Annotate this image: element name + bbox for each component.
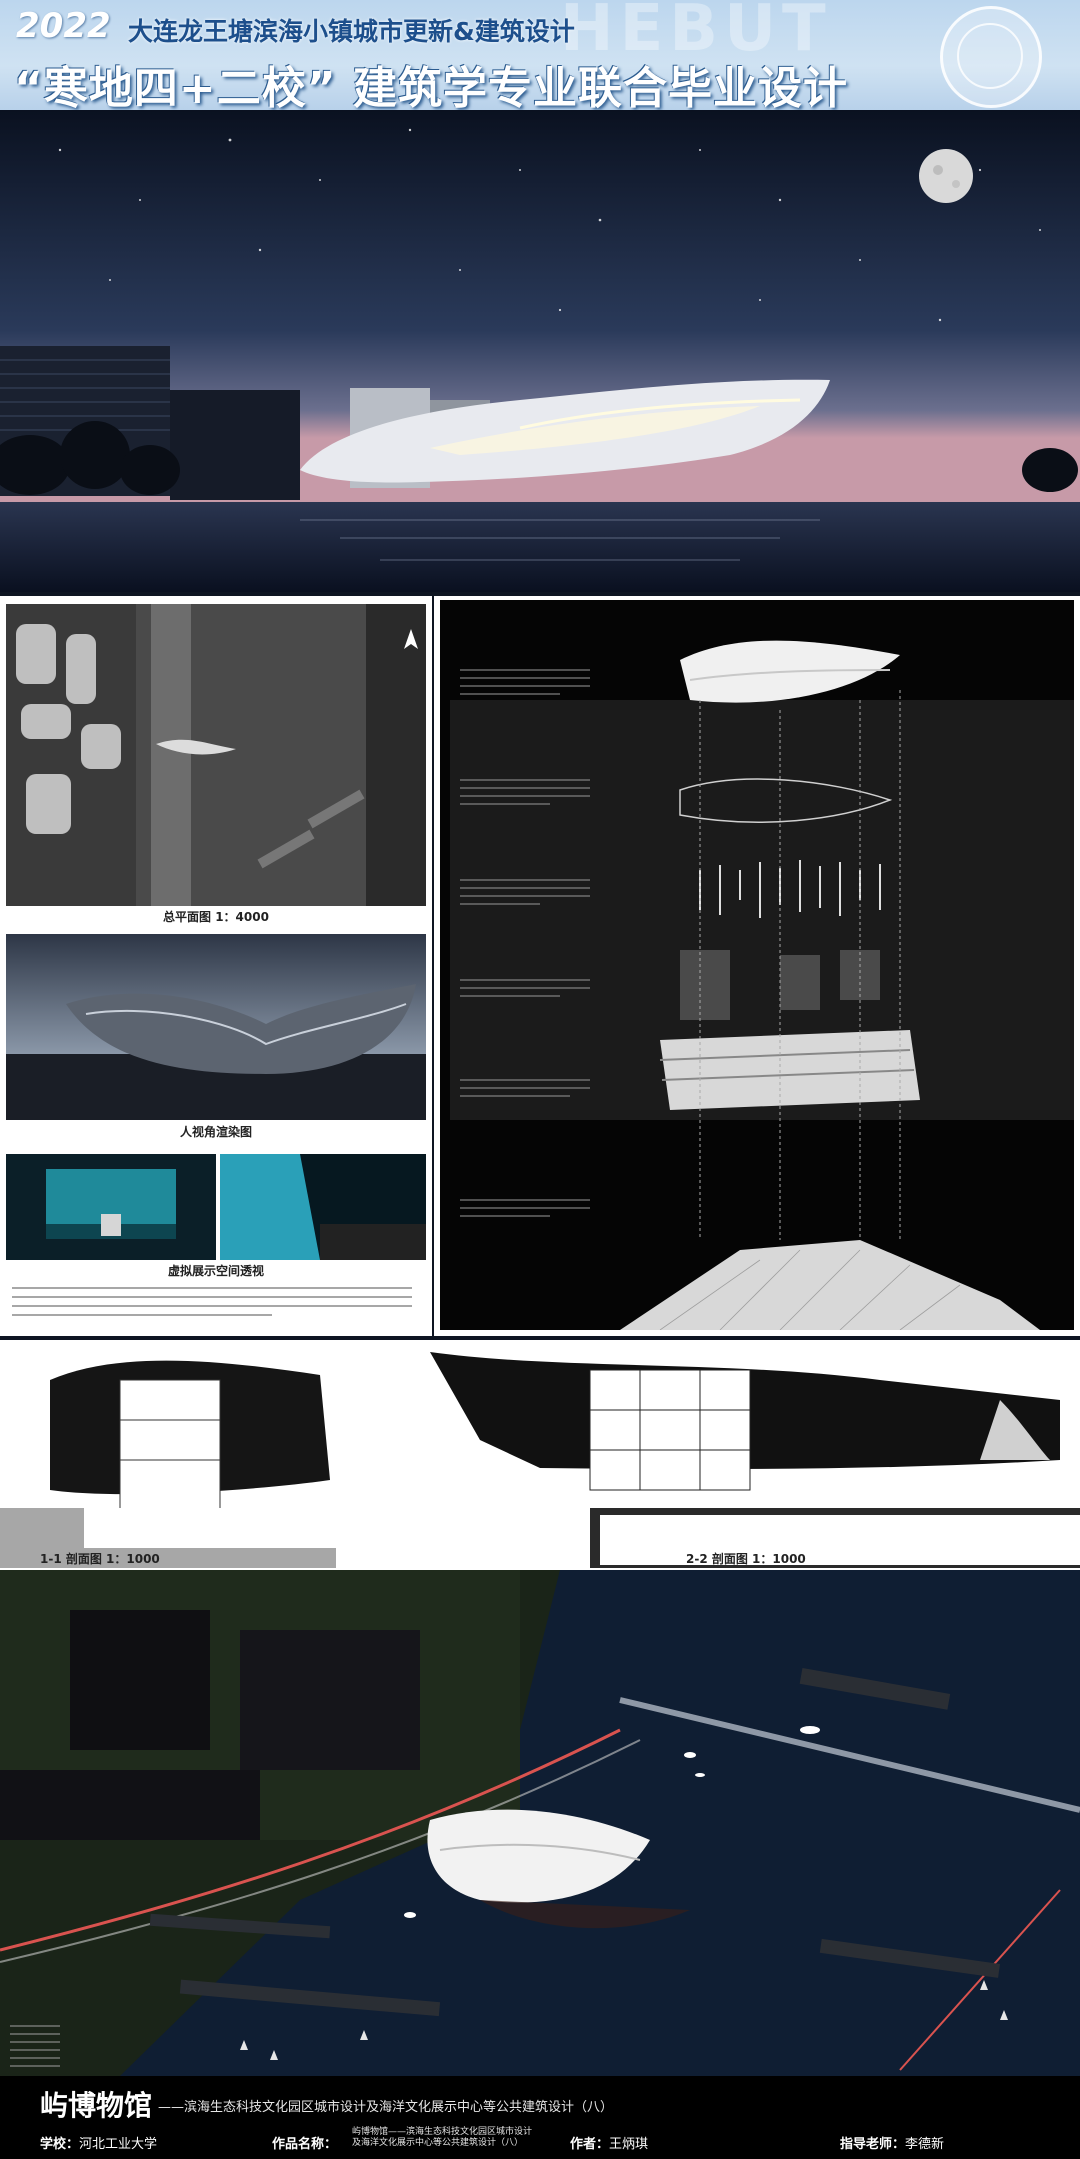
work-label: 作品名称： (272, 2137, 338, 2152)
virtual-space-caption: 虚拟展示空间透视 (167, 1264, 264, 1278)
project-description: ——滨海生态科技文化园区城市设计及海洋文化展示中心等公共建筑设计（八） (158, 2100, 614, 2115)
exploded-axonometric-drawing (440, 600, 1074, 1330)
human-view-render (6, 934, 426, 1120)
virtual-space-image-1 (6, 1154, 216, 1260)
caption-body-text-lines (12, 1287, 412, 1316)
advisor-value: 李德新 (905, 2137, 945, 2152)
moon-icon (919, 149, 973, 203)
poster-header: HEBUT 2022 大连龙王塘滨海小镇城市更新&建筑设计 “寒地四+二校” 建… (0, 0, 1080, 110)
section-2-caption: 2-2 剖面图 1：1000 (686, 1552, 806, 1566)
advisor-label: 指导老师： (840, 2137, 906, 2152)
school-info: 学校：河北工业大学 (40, 2133, 157, 2152)
author-info: 作者：王炳琪 (570, 2133, 648, 2152)
aerial-night-render (0, 1570, 1080, 2076)
site-plan-drawing (6, 604, 426, 906)
work-title-line-2: 及海洋文化展示中心等公共建筑设计（八） (352, 2138, 524, 2148)
author-label: 作者： (570, 2137, 610, 2152)
site-plan-caption: 总平面图 1：4000 (163, 910, 269, 924)
museum-name: 屿博物馆 (40, 2089, 153, 2122)
building-sections-band (0, 1340, 1080, 1570)
university-seal-icon (940, 6, 1042, 108)
school-label: 学校： (40, 2137, 80, 2152)
render-caption: 人视角渲染图 (179, 1125, 252, 1139)
hero-night-render (0, 110, 1080, 592)
advisor-info: 指导老师：李德新 (840, 2133, 944, 2152)
author-value: 王炳琪 (609, 2137, 649, 2152)
poster-title: “寒地四+二校” 建筑学专业联合毕业设计 (14, 63, 849, 110)
section-1-caption: 1-1 剖面图 1：1000 (40, 1552, 160, 1566)
virtual-space-image-2 (220, 1154, 426, 1260)
work-title: 屿博物馆——滨海生态科技文化园区城市设计 及海洋文化展示中心等公共建筑设计（八） (352, 2127, 532, 2149)
school-value: 河北工业大学 (79, 2137, 158, 2152)
poster-year: 2022 (16, 6, 111, 46)
poster-subtitle: 大连龙王塘滨海小镇城市更新&建筑设计 (128, 17, 575, 46)
work-title-line-1: 屿博物馆——滨海生态科技文化园区城市设计 (352, 2127, 533, 2137)
